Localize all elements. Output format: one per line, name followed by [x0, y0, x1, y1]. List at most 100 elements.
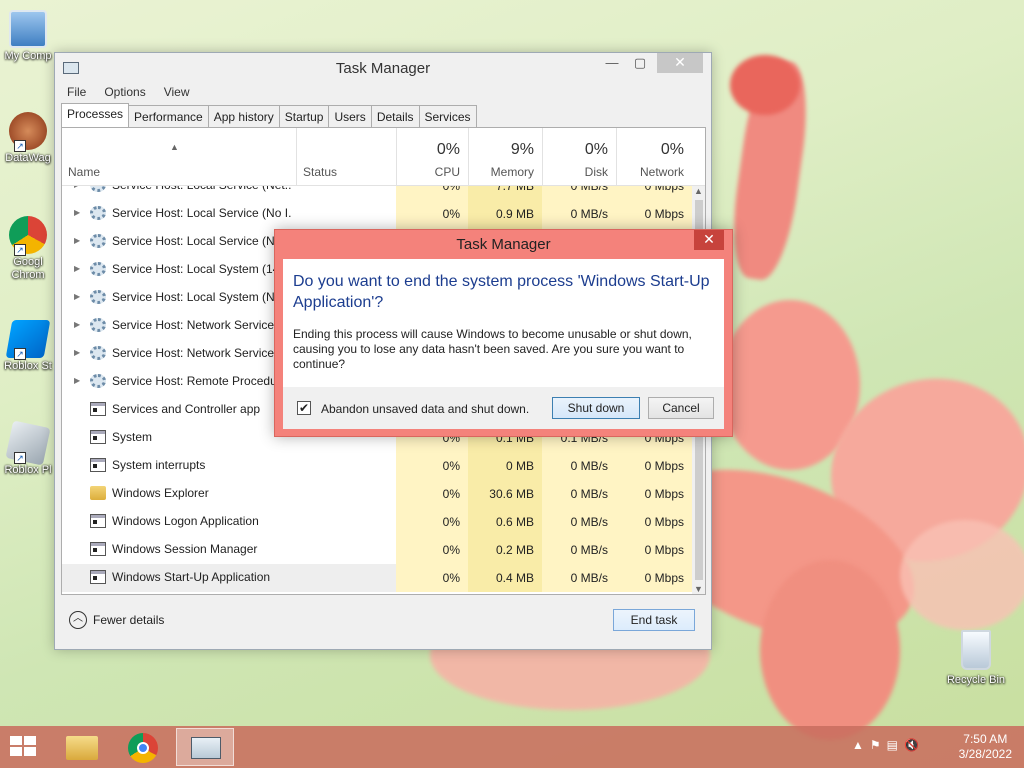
tab-details[interactable]: Details	[370, 105, 420, 127]
network-value: 0 Mbps	[616, 508, 692, 536]
desktop-icon-google-chrome[interactable]: ↗ Googl Chrom	[0, 216, 56, 282]
shortcut-arrow-icon: ↗	[14, 348, 26, 360]
process-name: Service Host: Local Service (Net...	[112, 186, 292, 192]
desktop-icon-my-computer[interactable]: My Comp	[0, 10, 56, 63]
cancel-button[interactable]: Cancel	[648, 397, 714, 419]
menu-options[interactable]: Options	[92, 83, 151, 99]
cpu-value: 0%	[396, 186, 468, 200]
shut-down-button[interactable]: Shut down	[552, 397, 640, 419]
show-hidden-icons-icon[interactable]: ▲	[852, 738, 870, 752]
taskbar-file-explorer[interactable]	[54, 728, 112, 766]
process-name: Service Host: Local Service (No	[112, 234, 282, 248]
column-status: Status	[303, 165, 338, 179]
process-row[interactable]: Windows Session Manager 0% 0.2 MB 0 MB/s 0 M…	[62, 536, 692, 564]
column-memory[interactable]: 9% Memory	[468, 128, 542, 186]
process-name: Service Host: Local System (14)	[112, 262, 284, 276]
volume-muted-icon[interactable]: 🔇	[904, 738, 925, 752]
expand-chevron-icon[interactable]: ▶	[74, 292, 80, 301]
service-gear-icon	[90, 186, 106, 192]
recycle-bin-icon	[961, 630, 991, 670]
tab-processes[interactable]: Processes	[61, 103, 130, 127]
scroll-up-icon[interactable]: ▲	[694, 186, 703, 196]
abandon-data-checkbox[interactable]: ✔	[297, 401, 311, 415]
process-row[interactable]: ▶ Service Host: Local Service (Net... 0%7.…	[62, 186, 692, 200]
cpu-value: 0%	[396, 536, 468, 564]
service-gear-icon	[90, 318, 106, 332]
service-gear-icon	[90, 206, 106, 220]
column-network[interactable]: 0% Network	[616, 128, 692, 186]
process-row[interactable]: Windows Explorer 0% 30.6 MB 0 MB/s 0 Mbps	[62, 480, 692, 508]
network-value: 0 Mbps	[616, 452, 692, 480]
system-tray-icons: ▲⚑▤🔇	[852, 738, 925, 752]
process-name: System interrupts	[112, 458, 206, 472]
end-task-button[interactable]: End task	[613, 609, 695, 631]
shortcut-arrow-icon: ↗	[14, 452, 26, 464]
tab-users[interactable]: Users	[328, 105, 372, 127]
menu-file[interactable]: File	[55, 83, 92, 99]
close-button[interactable]: ✕	[657, 53, 703, 73]
expand-chevron-icon[interactable]: ▶	[74, 236, 80, 245]
desktop-icon-recycle-bin[interactable]: Recycle Bin	[940, 630, 1012, 686]
process-row[interactable]: Windows Logon Application 0% 0.6 MB 0 MB/s 0…	[62, 508, 692, 536]
menu-view[interactable]: View	[152, 83, 196, 99]
desktop-icon-roblox-player[interactable]: ↗ Roblox Pl	[0, 420, 56, 477]
application-window-icon	[90, 514, 106, 528]
computer-icon	[9, 10, 47, 48]
taskbar-task-manager[interactable]	[176, 728, 234, 766]
desktop-icon-roblox-studio[interactable]: ↗ Roblox St	[0, 320, 56, 373]
task-manager-icon	[191, 737, 221, 759]
process-name: Services and Controller app	[112, 402, 261, 416]
disk-value: 0 MB/s	[542, 452, 616, 480]
shortcut-arrow-icon: ↗	[14, 244, 26, 256]
network-icon[interactable]: ▤	[887, 738, 904, 752]
taskbar-chrome[interactable]	[114, 728, 172, 766]
column-header-row: ▲ Name Status 0% CPU 9% Memory 0% Disk 0…	[62, 128, 705, 186]
disk-value: 0 MB/s	[542, 186, 616, 200]
memory-value: 7.7 MB	[468, 186, 542, 200]
expand-chevron-icon[interactable]: ▶	[74, 376, 80, 385]
memory-value: 0.4 MB	[468, 564, 542, 592]
application-window-icon	[90, 570, 106, 584]
memory-value: 0.9 MB	[468, 200, 542, 228]
process-row[interactable]: Windows Start-Up Application 0% 0.4 MB 0 MB…	[62, 564, 692, 592]
dialog-question: Do you want to end the system process 'W…	[293, 273, 710, 311]
tab-app-history[interactable]: App history	[207, 105, 280, 127]
scroll-down-icon[interactable]: ▼	[694, 584, 703, 594]
column-name[interactable]: Name	[68, 165, 100, 179]
process-row[interactable]: System interrupts 0% 0 MB 0 MB/s 0 Mbps	[62, 452, 692, 480]
start-button[interactable]	[10, 736, 38, 758]
minimize-button[interactable]: —	[599, 53, 625, 73]
tab-performance[interactable]: Performance	[128, 105, 209, 127]
expand-chevron-icon[interactable]: ▶	[74, 208, 80, 217]
network-value: 0 Mbps	[616, 186, 692, 200]
tab-services[interactable]: Services	[418, 105, 477, 127]
clock-date: 3/28/2022	[958, 747, 1012, 761]
tab-startup[interactable]: Startup	[278, 105, 330, 127]
process-name: Service Host: Remote Procedur	[112, 374, 281, 388]
column-status-cell[interactable]: Status	[296, 128, 396, 186]
clock[interactable]: 7:50 AM 3/28/2022	[959, 732, 1012, 762]
dialog-body: Do you want to end the system process 'W…	[283, 259, 724, 429]
expand-chevron-icon[interactable]: ▶	[74, 348, 80, 357]
expand-chevron-icon[interactable]: ▶	[74, 264, 80, 273]
action-center-flag-icon[interactable]: ⚑	[870, 738, 887, 752]
dialog-close-button[interactable]: ✕	[694, 230, 724, 250]
expand-chevron-icon[interactable]: ▶	[74, 320, 80, 329]
network-value: 0 Mbps	[616, 200, 692, 228]
title-bar[interactable]: Task Manager — ▢ ✕	[55, 53, 711, 83]
desktop-icon-datawag[interactable]: ↗ DataWag	[0, 112, 56, 165]
shortcut-arrow-icon: ↗	[14, 140, 26, 152]
expand-chevron-icon[interactable]: ▶	[74, 186, 80, 189]
cpu-value: 0%	[396, 564, 468, 592]
folder-icon	[90, 486, 106, 500]
cpu-value: 0%	[396, 452, 468, 480]
column-disk[interactable]: 0% Disk	[542, 128, 616, 186]
abandon-data-label[interactable]: Abandon unsaved data and shut down.	[321, 402, 529, 416]
cpu-value: 0%	[396, 200, 468, 228]
network-value: 0 Mbps	[616, 564, 692, 592]
sort-ascending-icon: ▲	[170, 142, 179, 152]
fewer-details-toggle[interactable]: ︿ Fewer details	[69, 611, 164, 631]
maximize-button[interactable]: ▢	[627, 53, 653, 73]
process-row[interactable]: ▶ Service Host: Local Service (No I... 0% 0…	[62, 200, 692, 228]
column-cpu[interactable]: 0% CPU	[396, 128, 468, 186]
